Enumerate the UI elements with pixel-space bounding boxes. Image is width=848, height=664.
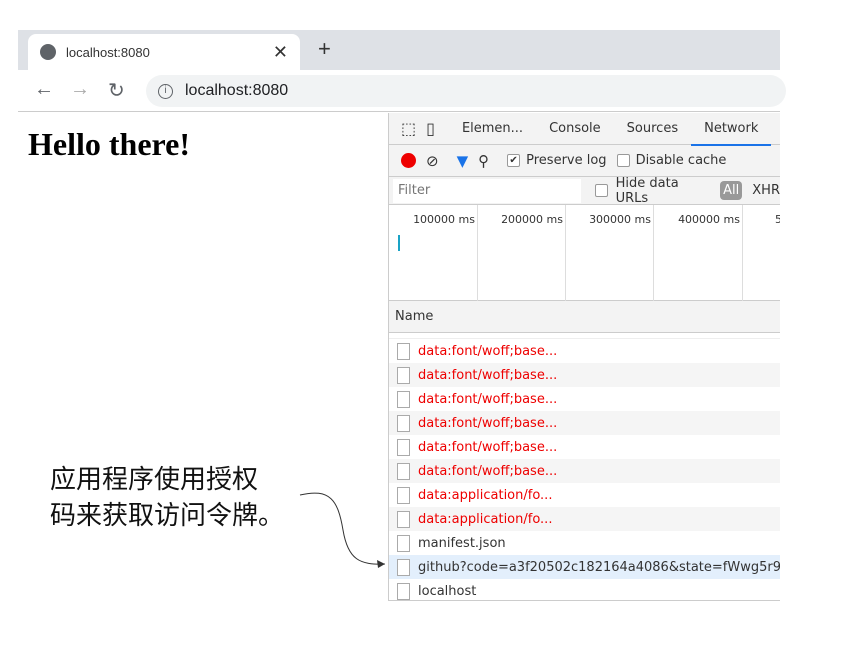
annotation-arrow (299, 492, 386, 568)
